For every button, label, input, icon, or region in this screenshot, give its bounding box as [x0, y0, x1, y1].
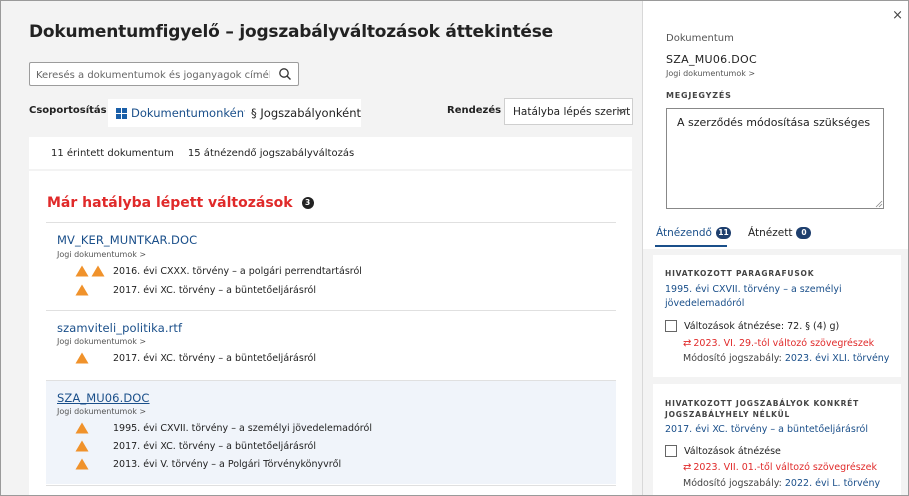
modifier-link[interactable]: 2022. évi L. törvény	[785, 478, 880, 489]
tab-count-badge: 0	[796, 227, 812, 239]
divider	[46, 485, 616, 486]
warning-icon	[75, 352, 89, 364]
law-item[interactable]: 2017. évi XC. törvény – a büntetőeljárás…	[75, 440, 316, 452]
warning-icon	[75, 422, 89, 434]
law-title: 2016. évi CXXX. törvény – a polgári perr…	[113, 265, 362, 277]
modifier-line: Módosító jogszabály: 2023. évi XLI. törv…	[683, 353, 889, 364]
resize-handle-icon[interactable]	[875, 200, 883, 208]
warning-icon	[75, 265, 89, 277]
document-item[interactable]: MV_KER_MUNTKAR.DOC Jogi dokumentumok > 2…	[46, 223, 616, 309]
review-check-row[interactable]: Változások átnézése	[665, 445, 781, 457]
close-icon[interactable]: ×	[892, 8, 903, 23]
section-title-text: Már hatályba lépett változások	[47, 195, 293, 211]
warning-icon	[75, 440, 89, 452]
reference-list: HIVATKOZOTT PARAGRAFUSOK 1995. évi CXVII…	[653, 255, 901, 495]
panel-doc-breadcrumb[interactable]: Jogi dokumentumok >	[666, 69, 755, 78]
affected-docs-count: 11 érintett dokumentum	[51, 147, 174, 159]
law-item[interactable]: 1995. évi CXVII. törvény – a személyi jö…	[75, 422, 372, 434]
review-checkbox[interactable]	[665, 445, 677, 457]
modifier-line: Módosító jogszabály: 2022. évi L. törvén…	[683, 478, 880, 489]
review-checkbox[interactable]	[665, 320, 677, 332]
document-name[interactable]: SZA_MU06.DOC	[57, 391, 150, 405]
search-icon[interactable]	[278, 67, 292, 81]
search-input[interactable]	[30, 64, 270, 87]
ref-heading: HIVATKOZOTT JOGSZABÁLYOK KONKRÉT JOGSZAB…	[665, 399, 859, 419]
note-textarea[interactable]: A szerződés módosítása szükséges	[666, 108, 884, 209]
stats-bar: 11 érintett dokumentum 15 átnézendő jogs…	[29, 137, 632, 169]
search-box[interactable]	[29, 62, 299, 87]
grid-icon	[116, 107, 127, 119]
document-breadcrumb[interactable]: Jogi dokumentumok >	[57, 250, 146, 259]
document-name[interactable]: szamviteli_politika.rtf	[57, 321, 182, 335]
note-label: MEGJEGYZÉS	[666, 91, 732, 100]
main-area: Dokumentumfigyelő – jogszabályváltozások…	[1, 1, 642, 495]
active-tab-indicator	[655, 245, 727, 247]
document-breadcrumb[interactable]: Jogi dokumentumok >	[57, 407, 146, 416]
law-title: 2017. évi XC. törvény – a büntetőeljárás…	[113, 440, 316, 452]
law-title: 1995. évi CXVII. törvény – a személyi jö…	[113, 422, 372, 434]
law-title: 2013. évi V. törvény – a Polgári Törvény…	[113, 458, 342, 470]
warning-icon	[75, 284, 89, 296]
section-title: Már hatályba lépett változások 3	[47, 195, 314, 211]
sort-label: Rendezés	[447, 105, 502, 116]
group-by-law-button[interactable]: § Jogszabályonként	[245, 99, 361, 127]
modifier-label: Módosító jogszabály:	[683, 478, 785, 489]
tab-count-badge: 11	[715, 227, 731, 239]
chevron-down-icon	[617, 108, 627, 114]
modifier-label: Módosító jogszabály:	[683, 353, 785, 364]
changes-to-review-count: 15 átnézendő jogszabályváltozás	[187, 147, 355, 159]
law-item[interactable]: 2016. évi CXXX. törvény – a polgári perr…	[75, 265, 362, 277]
change-text: 2023. VII. 01.-től változó szövegrészek	[693, 462, 877, 473]
group-by-document-button[interactable]: Dokumentumonként	[108, 99, 249, 127]
sort-value: Hatályba lépés szerint	[513, 105, 631, 118]
modifier-link[interactable]: 2023. évi XLI. törvény	[785, 353, 890, 364]
change-link[interactable]: ⇄ 2023. VI. 29.-tól változó szövegrészek	[683, 338, 874, 349]
page-title: Dokumentumfigyelő – jogszabályváltozások…	[29, 22, 554, 42]
changes-card: Már hatályba lépett változások 3 MV_KER_…	[29, 171, 632, 495]
review-check-row[interactable]: Változások átnézése: 72. § (4) g)	[665, 320, 839, 332]
group-by-law-label: § Jogszabályonként	[251, 106, 362, 120]
group-by-document-label: Dokumentumonként	[131, 106, 249, 120]
tab-label: Átnézendő	[656, 227, 712, 239]
grouping-label: Csoportosítás	[29, 105, 107, 116]
swap-icon: ⇄	[683, 462, 692, 473]
panel-doc-label: Dokumentum	[666, 33, 734, 44]
law-title: 2017. évi XC. törvény – a büntetőeljárás…	[113, 352, 316, 364]
law-title: 2017. évi XC. törvény – a büntetőeljárás…	[113, 284, 316, 296]
document-breadcrumb[interactable]: Jogi dokumentumok >	[57, 337, 146, 346]
law-item[interactable]: 2017. évi XC. törvény – a büntetőeljárás…	[75, 352, 316, 364]
ref-law-link[interactable]: 1995. évi CXVII. törvény – a személyi jö…	[665, 283, 890, 311]
detail-panel: × Dokumentum SZA_MU06.DOC Jogi dokumentu…	[642, 1, 908, 495]
app-window: Dokumentumfigyelő – jogszabályváltozások…	[0, 0, 909, 496]
document-item[interactable]: szamviteli_politika.rtf Jogi dokumentumo…	[46, 311, 616, 379]
law-item[interactable]: 2017. évi XC. törvény – a büntetőeljárás…	[75, 284, 316, 296]
warning-icon	[91, 265, 105, 277]
review-check-label: Változások átnézése: 72. § (4) g)	[684, 320, 840, 332]
change-text: 2023. VI. 29.-tól változó szövegrészek	[693, 338, 875, 349]
section-count-badge: 3	[301, 197, 314, 209]
swap-icon: ⇄	[683, 338, 692, 349]
change-link[interactable]: ⇄ 2023. VII. 01.-től változó szövegrésze…	[683, 462, 877, 473]
ref-heading: HIVATKOZOTT PARAGRAFUSOK	[665, 269, 815, 278]
review-check-label: Változások átnézése	[684, 445, 781, 457]
tab-label: Átnézett	[748, 227, 793, 239]
panel-doc-name: SZA_MU06.DOC	[666, 53, 757, 66]
tab-to-review[interactable]: Átnézendő 11	[656, 227, 731, 239]
sort-select[interactable]: Hatályba lépés szerint	[504, 98, 633, 125]
ref-law-link[interactable]: 2017. évi XC. törvény – a büntetőeljárás…	[665, 423, 890, 437]
document-item-selected[interactable]: SZA_MU06.DOC Jogi dokumentumok > 1995. é…	[46, 381, 616, 484]
tab-reviewed[interactable]: Átnézett 0	[748, 227, 812, 239]
document-name[interactable]: MV_KER_MUNTKAR.DOC	[57, 233, 197, 247]
warning-icon	[75, 458, 89, 470]
law-item[interactable]: 2013. évi V. törvény – a Polgári Törvény…	[75, 458, 341, 470]
panel-header: × Dokumentum SZA_MU06.DOC Jogi dokumentu…	[643, 1, 908, 249]
section-separator	[653, 377, 901, 384]
